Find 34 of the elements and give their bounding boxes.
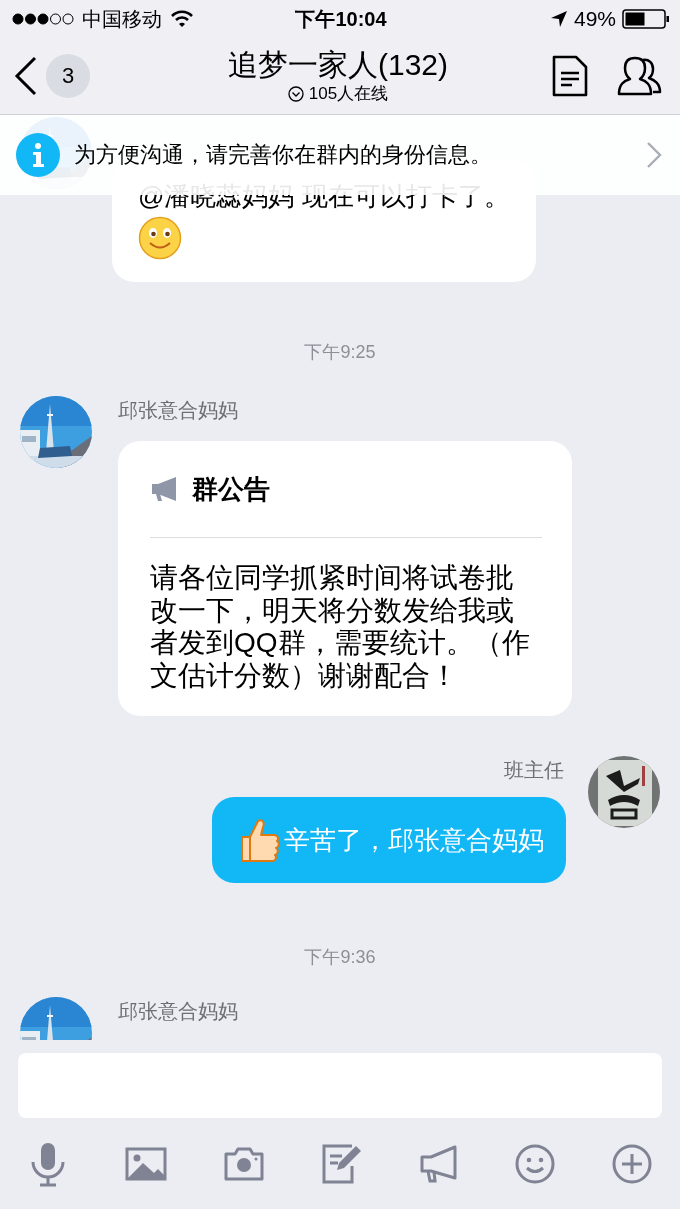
add-icon[interactable] <box>611 1143 652 1184</box>
message-time: 下午9:36 <box>304 946 376 969</box>
camera-icon[interactable] <box>223 1145 266 1182</box>
chat-title: 追梦一家人(132) <box>227 47 448 83</box>
battery-percent: 49% <box>573 7 616 31</box>
sender-name: 邱张意合妈妈 <box>117 999 238 1024</box>
location-arrow-icon <box>549 10 568 28</box>
online-count: 105人在线 <box>308 83 389 105</box>
info-icon <box>16 133 60 177</box>
megaphone-icon[interactable] <box>418 1143 459 1184</box>
battery-icon <box>622 9 670 29</box>
dropdown-icon[interactable] <box>287 86 304 102</box>
banner-text: 为方便沟通，请完善你在群内的身份信息。 <box>74 141 493 169</box>
clock: 下午10:04 <box>295 6 387 32</box>
back-icon[interactable] <box>14 56 38 96</box>
signal-icon <box>12 13 74 25</box>
announcement-text: 请各位同学抓紧时间将试卷批改一下，明天将分数发给我或者发到QQ群，需要统计。（作文估计分数）谢谢配合！ <box>150 562 531 692</box>
image-icon[interactable] <box>124 1146 167 1181</box>
unread-badge[interactable]: 3 <box>46 54 90 98</box>
message-time: 下午9:25 <box>304 341 376 364</box>
emoji-icon[interactable] <box>515 1143 556 1184</box>
wifi-icon <box>170 10 194 28</box>
announcement-title: 群公告 <box>192 472 270 506</box>
sender-name: 班主任 <box>503 758 565 783</box>
chevron-right-icon <box>646 141 662 169</box>
message-text: 辛苦了，邱张意合妈妈 <box>284 824 544 857</box>
sender-name: 邱张意合妈妈 <box>117 398 238 423</box>
info-banner[interactable]: 为方便沟通，请完善你在群内的身份信息。 <box>0 115 680 195</box>
carrier-name: 中国移动 <box>82 6 162 32</box>
document-icon[interactable] <box>552 55 588 97</box>
group-members-icon[interactable] <box>616 56 662 96</box>
announcement-card[interactable]: 群公告 请各位同学抓紧时间将试卷批改一下，明天将分数发给我或者发到QQ群，需要统计。（作文估计分数）谢谢配合！ <box>118 441 572 716</box>
megaphone-icon <box>150 476 178 502</box>
edit-icon[interactable] <box>321 1143 362 1184</box>
